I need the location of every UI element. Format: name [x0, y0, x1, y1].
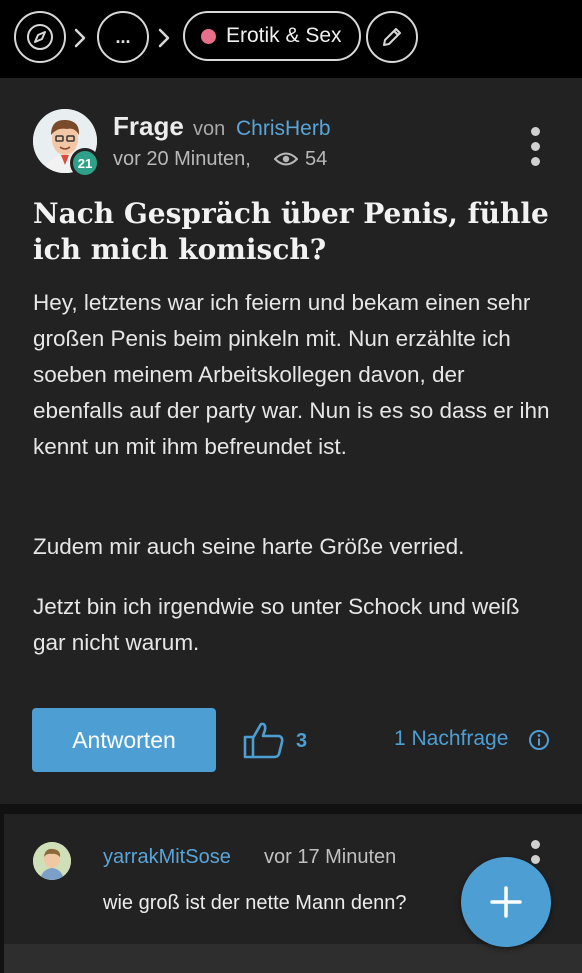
commenter-link[interactable]: yarrakMitSose	[103, 846, 231, 869]
edit-button[interactable]	[366, 11, 418, 63]
question-title: Nach Gespräch über Penis, fühle ich mich…	[33, 197, 549, 266]
author-link[interactable]: ChrisHerb	[236, 117, 331, 141]
level-badge: 21	[70, 148, 100, 178]
question-menu-button[interactable]	[531, 127, 541, 172]
add-fab-button[interactable]	[461, 857, 551, 947]
eye-icon	[274, 152, 298, 166]
by-label: von	[193, 118, 226, 140]
avatar-illustration	[33, 842, 71, 880]
question-body-paragraph: Zudem mir auch seine harte Größe verried…	[33, 534, 465, 559]
next-comment-edge	[4, 944, 582, 973]
category-crumb[interactable]: Erotik & Sex	[183, 11, 361, 61]
thumbs-up-icon[interactable]	[242, 720, 286, 760]
view-count: 54	[305, 148, 328, 170]
more-crumbs-label: ...	[115, 26, 131, 47]
home-button[interactable]	[14, 11, 66, 63]
answer-button[interactable]: Antworten	[32, 708, 216, 772]
like-count: 3	[296, 730, 308, 752]
question-body-paragraph: Jetzt bin ich irgendwie so unter Schock …	[33, 594, 520, 655]
question-type-label: Frage	[113, 111, 184, 141]
more-crumbs-button[interactable]: ...	[97, 11, 149, 63]
compass-icon	[27, 24, 53, 50]
info-icon[interactable]	[528, 729, 550, 751]
chevron-right-icon	[158, 28, 170, 48]
section-divider	[0, 804, 582, 814]
commenter-avatar[interactable]	[33, 842, 71, 880]
comment-text: wie groß ist der nette Mann denn?	[103, 892, 407, 914]
comment-timestamp: vor 17 Minuten	[264, 846, 397, 868]
plus-icon	[490, 886, 522, 918]
breadcrumb-bar: ... Erotik & Sex	[0, 0, 582, 78]
question-body-paragraph: Hey, letztens war ich feiern und bekam e…	[33, 290, 550, 459]
followup-link[interactable]: 1 Nachfrage	[394, 727, 508, 751]
chevron-right-icon	[74, 28, 86, 48]
question-timestamp: vor 20 Minuten,	[113, 148, 251, 170]
pencil-icon	[383, 28, 401, 46]
category-label: Erotik & Sex	[226, 24, 342, 47]
category-dot	[201, 28, 216, 44]
